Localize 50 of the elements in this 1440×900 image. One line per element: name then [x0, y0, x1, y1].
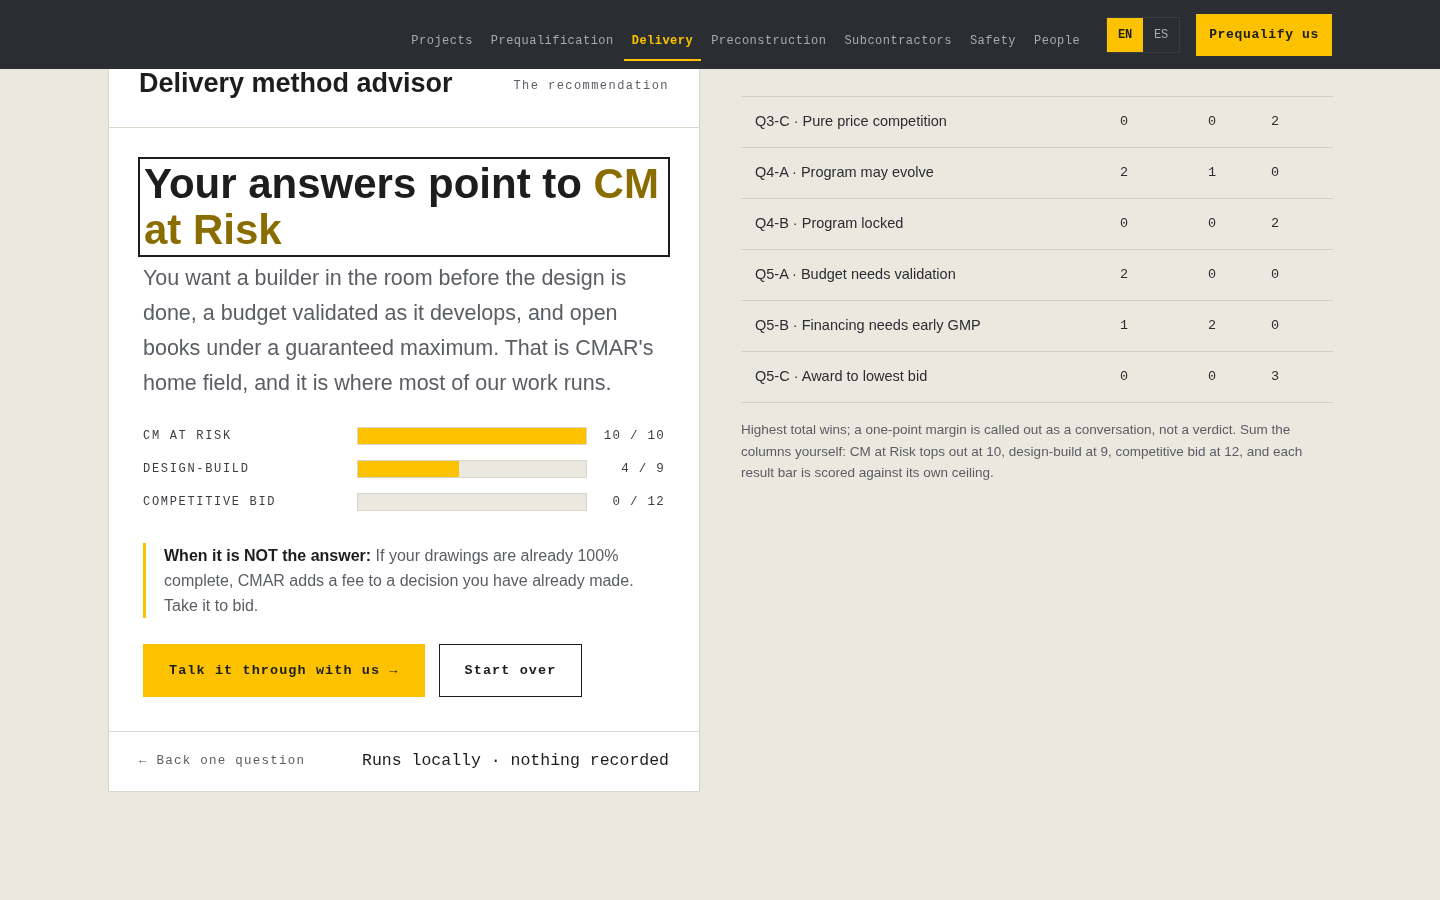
table-cell-text: 0 [1119, 367, 1129, 386]
table-cell-text: Q4-B · Program locked [754, 214, 905, 234]
score-label: DESIGN-BUILD [143, 461, 251, 479]
privacy-note: Runs locally · nothing recorded [362, 750, 669, 773]
score-reading: 0 / 12 [611, 493, 665, 511]
nav-link[interactable]: Preconstruction [711, 22, 827, 61]
step-label: The recommendation [513, 78, 669, 95]
nav-link[interactable]: Safety [969, 22, 1017, 61]
recommendation-headline: Your answers point to CM at Risk [138, 157, 670, 257]
table-cell-text: 1 [1207, 163, 1217, 182]
table-cell-text: Q5-C · Award to lowest bid [754, 367, 929, 387]
table-cell-text: 2 [1270, 112, 1280, 131]
table-cell-text: 2 [1207, 316, 1217, 335]
table-cell-text: 0 [1207, 214, 1217, 233]
language-button[interactable]: EN [1107, 17, 1144, 52]
back-link[interactable]: ← Back one question [139, 752, 306, 772]
table-cell-text: Q5-A · Budget needs validation [754, 265, 957, 285]
table-cell-text: Q4-A · Program may evolve [754, 163, 935, 183]
talk-button[interactable]: Talk it through with us → [143, 644, 425, 698]
start-over-button[interactable]: Start over [438, 644, 583, 698]
nav-link[interactable]: Prequalification [490, 22, 614, 61]
table-cell-text: 0 [1119, 112, 1129, 131]
scoring-note: Highest total wins; a one-point margin is called out as a conversation, not a verdict. Sum the columns yourself: CM at Risk tops out at 10, design-build at 9, competitive bid at 12, and each result bar is scored against its own ceiling. [741, 421, 1304, 482]
table-cell-text: 2 [1270, 214, 1280, 233]
score-reading: 4 / 9 [620, 460, 665, 478]
table-cell-text: 0 [1207, 112, 1217, 131]
table-cell-text: 0 [1119, 214, 1129, 233]
table-cell-text: 0 [1270, 163, 1280, 182]
nav-link[interactable]: People [1034, 22, 1081, 61]
score-label: COMPETITIVE BID [143, 493, 278, 511]
card-title: Delivery method advisor [139, 70, 453, 97]
table-cell-text: 2 [1119, 163, 1129, 182]
table-cell-text: 0 [1207, 367, 1217, 386]
prequalify-button[interactable]: Prequalify us [1196, 13, 1332, 56]
table-cell-text: 0 [1270, 265, 1280, 284]
nav-link[interactable]: Delivery [623, 22, 702, 61]
table-cell-text: 1 [1119, 316, 1129, 335]
score-reading: 10 / 10 [602, 428, 665, 445]
language-button[interactable]: ES [1143, 17, 1180, 52]
table-cell-text: 0 [1207, 265, 1217, 284]
nav-link[interactable]: Projects [411, 22, 473, 61]
table-cell-text: Q5-B · Financing needs early GMP [754, 316, 982, 336]
table-cell-text: 0 [1270, 316, 1280, 335]
table-cell-text: 2 [1119, 265, 1129, 284]
recommendation-summary: You want a builder in the room before the design is done, a budget validated as it develops, and open books under a guaranteed maximum. That is CMAR's home field, and it is where most of our work runs. [143, 265, 655, 397]
table-cell-text: 3 [1270, 367, 1280, 386]
nav-link[interactable]: Subcontractors [844, 22, 952, 61]
score-label: CM AT RISK [143, 428, 233, 446]
caveat-note: When it is NOT the answer: If your drawings are already 100% complete, CMAR adds a fee to a decision you have already made. Take it to bid. [164, 546, 635, 617]
table-cell-text: Q3-C · Pure price competition [754, 112, 948, 132]
